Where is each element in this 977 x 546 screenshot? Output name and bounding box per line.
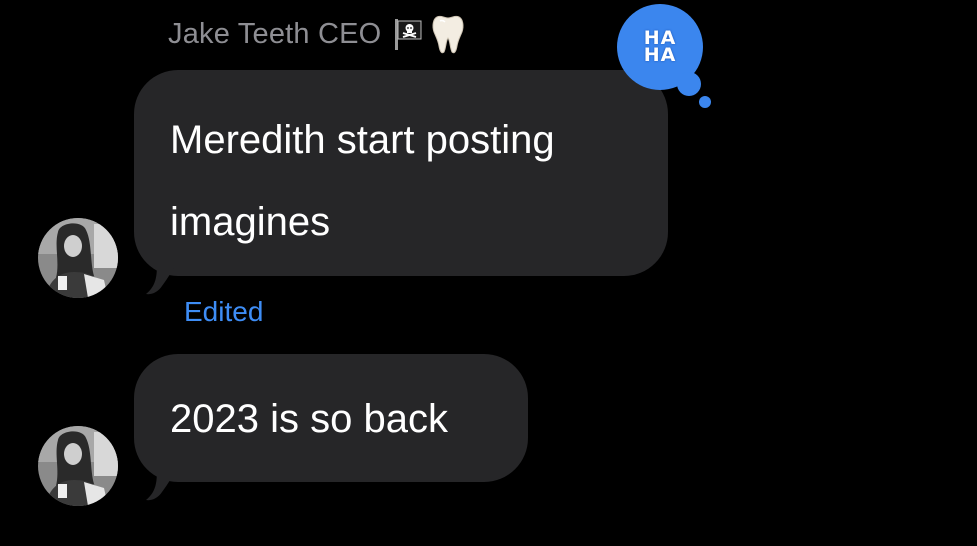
reaction-bubble-dot	[677, 72, 701, 96]
message-text-line: 2023 is so back	[170, 397, 448, 441]
haha-reaction-badge[interactable]: HA HA	[617, 4, 717, 114]
message-bubble[interactable]: Meredith start posting imagines	[134, 70, 668, 276]
reaction-bubble-dot	[699, 96, 711, 108]
avatar[interactable]	[38, 426, 118, 506]
avatar[interactable]	[38, 218, 118, 298]
tooth-icon	[431, 13, 465, 55]
bubble-tail	[146, 452, 180, 501]
pirate-flag-icon	[393, 17, 423, 51]
message-text-line: imagines	[170, 200, 331, 244]
message-text-line: Meredith start posting	[170, 118, 555, 162]
bubble-tail	[146, 246, 180, 295]
sender-name[interactable]: Jake Teeth CEO	[168, 18, 381, 51]
reaction-text-line: HA	[643, 44, 677, 66]
edited-label[interactable]: Edited	[184, 296, 263, 328]
sender-header: Jake Teeth CEO	[168, 12, 465, 56]
message-bubble[interactable]: 2023 is so back	[134, 354, 528, 482]
